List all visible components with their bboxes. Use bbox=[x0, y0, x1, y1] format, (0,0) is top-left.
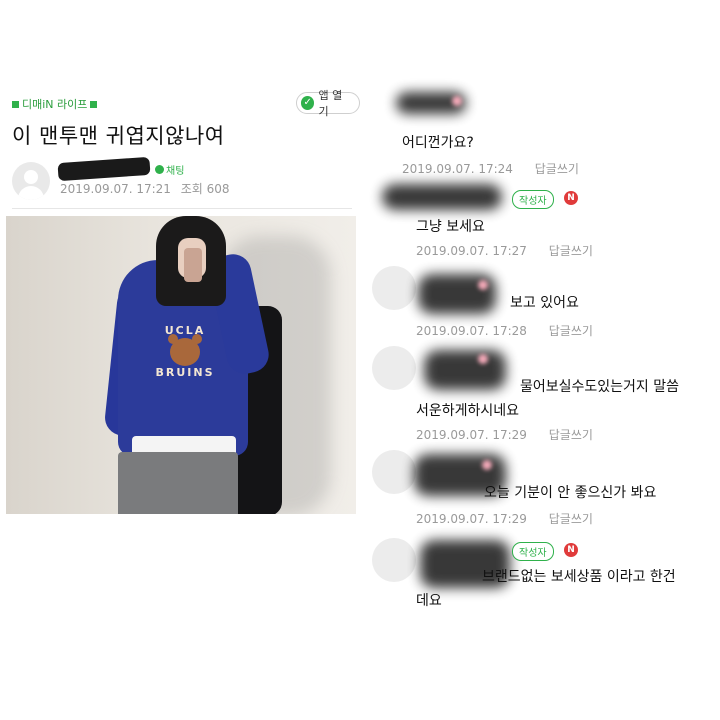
commenter-avatar[interactable] bbox=[372, 346, 416, 390]
comment-item: 어디껀가요? 2019.09.07. 17:24 답글쓰기 bbox=[360, 84, 720, 177]
board-marker-icon bbox=[12, 100, 19, 108]
app-logo-icon: ✓ bbox=[301, 96, 315, 110]
comment-meta: 2019.09.07. 17:27 답글쓰기 bbox=[416, 242, 593, 259]
comment-meta: 2019.09.07. 17:29 답글쓰기 bbox=[416, 510, 593, 527]
post-date: 2019.09.07. 17:21 bbox=[60, 182, 171, 196]
redacted-mark bbox=[478, 280, 488, 290]
photo-skirt bbox=[118, 452, 238, 514]
redacted-commenter bbox=[382, 184, 502, 210]
comment-item: 작성자 N 그냥 보세요 2019.09.07. 17:27 답글쓰기 bbox=[360, 180, 720, 264]
reply-button[interactable]: 답글쓰기 bbox=[549, 428, 593, 442]
board-marker-icon bbox=[90, 100, 98, 108]
reply-button[interactable]: 답글쓰기 bbox=[549, 244, 593, 258]
chat-link[interactable]: 채팅 bbox=[155, 162, 184, 177]
commenter-avatar[interactable] bbox=[372, 266, 416, 310]
reply-button[interactable]: 답글쓰기 bbox=[549, 324, 593, 338]
post-views: 조회 608 bbox=[180, 182, 230, 196]
redacted-commenter bbox=[424, 350, 506, 390]
new-badge: N bbox=[564, 543, 578, 557]
redacted-author-name bbox=[57, 156, 151, 182]
reply-button[interactable]: 답글쓰기 bbox=[535, 162, 579, 176]
comment-text: 어디껀가요? bbox=[402, 135, 474, 151]
comment-text-line2: 데요 bbox=[416, 593, 442, 609]
comment-item: 보고 있어요 2019.09.07. 17:28 답글쓰기 bbox=[360, 260, 720, 344]
comment-text: 브랜드없는 보세상품 이라고 한건 bbox=[482, 569, 676, 585]
comment-text: 보고 있어요 bbox=[510, 295, 579, 311]
comment-meta: 2019.09.07. 17:28 답글쓰기 bbox=[416, 322, 593, 339]
chat-label: 채팅 bbox=[166, 166, 185, 177]
photo-phone bbox=[184, 248, 202, 282]
post-photo[interactable]: UCLA BRUINS bbox=[6, 216, 356, 514]
author-badge: 작성자 bbox=[512, 190, 554, 209]
comment-meta: 2019.09.07. 17:24 답글쓰기 bbox=[402, 160, 579, 177]
comment-item: 물어보실수도있는거지 말씀 서운하게하시네요 2019.09.07. 17:29… bbox=[360, 340, 720, 450]
open-app-button[interactable]: ✓ 앱 열기 bbox=[296, 89, 360, 118]
post-meta: 2019.09.07. 17:21 조회 608 bbox=[60, 180, 236, 197]
comment-panel: 어디껀가요? 2019.09.07. 17:24 답글쓰기 작성자 N 그냥 보… bbox=[360, 84, 720, 620]
sweater-print-bottom: BRUINS bbox=[155, 366, 215, 379]
comment-date: 2019.09.07. 17:28 bbox=[416, 324, 527, 338]
comment-text-line2: 서운하게하시네요 bbox=[416, 403, 520, 419]
commenter-avatar[interactable] bbox=[372, 538, 416, 582]
new-badge: N bbox=[564, 191, 578, 205]
comment-item: 오늘 기분이 안 좋으신가 봐요 2019.09.07. 17:29 답글쓰기 bbox=[360, 446, 720, 536]
chat-icon bbox=[155, 165, 164, 174]
sweater-print-top: UCLA bbox=[164, 324, 206, 337]
redacted-mark bbox=[478, 354, 488, 364]
cafe-board-link[interactable]: 디매iN 라이프 bbox=[12, 96, 98, 112]
comment-date: 2019.09.07. 17:24 bbox=[402, 162, 513, 176]
comment-text: 그냥 보세요 bbox=[416, 219, 485, 235]
comment-meta: 2019.09.07. 17:29 답글쓰기 bbox=[416, 426, 593, 443]
divider bbox=[12, 208, 352, 209]
comment-text: 오늘 기분이 안 좋으신가 봐요 bbox=[484, 485, 657, 501]
comment-date: 2019.09.07. 17:29 bbox=[416, 428, 527, 442]
comment-item: 작성자 N 브랜드없는 보세상품 이라고 한건 데요 bbox=[360, 534, 720, 618]
open-app-label: 앱 열기 bbox=[318, 89, 343, 118]
bear-print-icon bbox=[168, 334, 202, 366]
comment-text: 물어보실수도있는거지 말씀 bbox=[520, 379, 680, 395]
comment-date: 2019.09.07. 17:27 bbox=[416, 244, 527, 258]
author-badge: 작성자 bbox=[512, 542, 554, 561]
page-title: 이 맨투맨 귀엽지않나여 bbox=[12, 124, 225, 148]
redacted-mark bbox=[452, 96, 462, 106]
reply-button[interactable]: 답글쓰기 bbox=[549, 512, 593, 526]
cafe-board-label: 디매iN 라이프 bbox=[22, 98, 88, 111]
post-panel: 디매iN 라이프 ✓ 앱 열기 이 맨투맨 귀엽지않나여 채팅 2019.09.… bbox=[0, 84, 360, 516]
redacted-mark bbox=[482, 460, 492, 470]
author-avatar[interactable] bbox=[12, 162, 50, 200]
comment-date: 2019.09.07. 17:29 bbox=[416, 512, 527, 526]
commenter-avatar[interactable] bbox=[372, 450, 416, 494]
